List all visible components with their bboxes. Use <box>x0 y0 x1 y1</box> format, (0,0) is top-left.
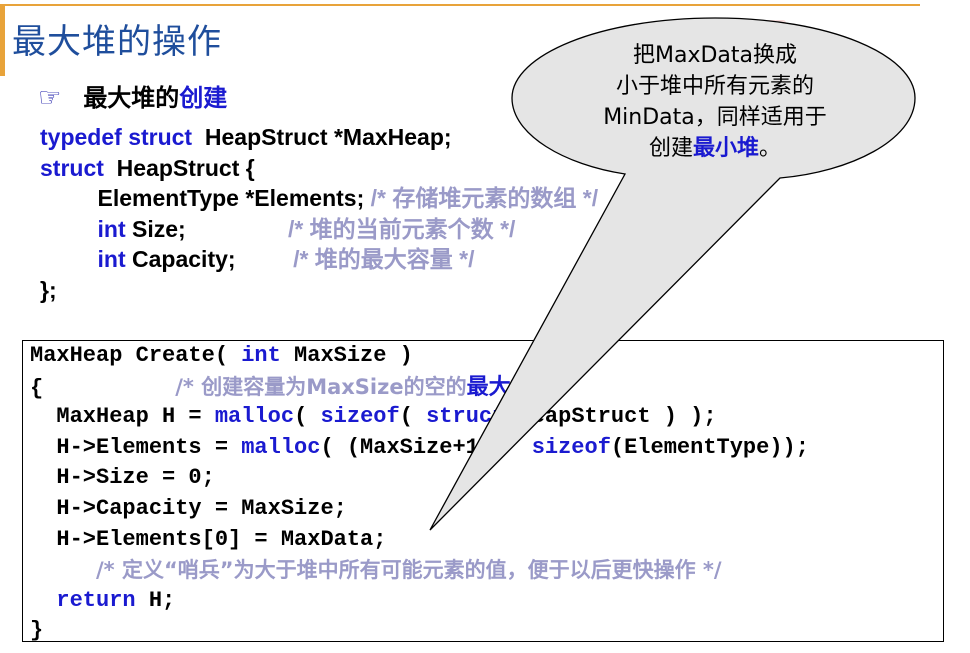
callout-text: 把MaxData换成 小于堆中所有元素的 MinData，同样适用于 创建最小堆… <box>560 40 870 164</box>
callout-line-4-prefix: 创建 <box>648 136 693 161</box>
callout-line-3: MinData，同样适用于 <box>603 105 827 130</box>
callout-line-4: 创建最小堆。 <box>560 133 870 164</box>
callout-line-1: 把MaxData换成 <box>632 43 797 68</box>
callout-line-4-blue: 最小堆 <box>692 136 759 161</box>
callout-line-4-suffix: 。 <box>759 136 782 161</box>
callout-line-2: 小于堆中所有元素的 <box>615 74 814 99</box>
